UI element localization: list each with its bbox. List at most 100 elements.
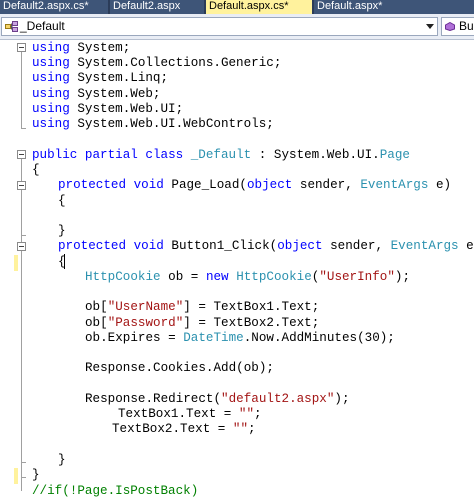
code-line-close-brace: } bbox=[32, 467, 40, 483]
code-text: } bbox=[32, 468, 40, 482]
keyword: using bbox=[32, 102, 70, 116]
code-text: ; bbox=[254, 407, 262, 421]
type-name: EventArgs bbox=[360, 178, 429, 192]
keyword: using bbox=[32, 87, 70, 101]
code-text: TextBox2.Text = bbox=[112, 422, 233, 436]
keyword: public bbox=[32, 148, 78, 162]
keyword: using bbox=[32, 56, 70, 70]
string-literal: "UserInfo" bbox=[319, 270, 395, 284]
code-text: } bbox=[58, 224, 66, 238]
code-line-button1-click: protected void Button1_Click(object send… bbox=[58, 238, 474, 254]
type-name: HttpCookie bbox=[236, 270, 312, 284]
code-text: } bbox=[58, 453, 66, 467]
changed-line-marker bbox=[14, 255, 18, 271]
code-line-5: using System.Web.UI; bbox=[32, 101, 183, 117]
code-text: Page_Load( bbox=[163, 178, 247, 192]
keyword: object bbox=[246, 178, 293, 192]
class-dropdown-value: _Default bbox=[20, 19, 65, 33]
code-text: .Now.AddMinutes(30); bbox=[243, 331, 395, 345]
code-text: TextBox1.Text = bbox=[118, 407, 239, 421]
string-literal: "default2.aspx" bbox=[221, 392, 335, 406]
changed-line-marker bbox=[14, 468, 18, 484]
keyword: using bbox=[32, 117, 70, 131]
code-text: sender, bbox=[292, 178, 361, 192]
collapse-button1-click-icon[interactable] bbox=[17, 242, 26, 251]
code-text: ] = TextBox2.Text; bbox=[183, 316, 320, 330]
keyword: void bbox=[133, 178, 164, 192]
code-line-class-declaration: public partial class _Default : System.W… bbox=[32, 147, 410, 163]
code-line-redirect: Response.Redirect("default2.aspx"); bbox=[85, 391, 350, 407]
code-text: { bbox=[58, 194, 66, 208]
code-line-1: using System; bbox=[32, 40, 130, 56]
code-text: ob.Expires = bbox=[85, 331, 184, 345]
member-dropdown[interactable]: Bu bbox=[441, 17, 474, 36]
code-text: ob[ bbox=[85, 316, 108, 330]
code-line-textbox1-clear: TextBox1.Text = ""; bbox=[118, 406, 262, 422]
collapse-class-icon[interactable] bbox=[17, 150, 26, 159]
type-name: EventArgs bbox=[390, 239, 459, 253]
text-caret bbox=[64, 254, 65, 269]
code-text: ob[ bbox=[85, 300, 108, 314]
string-literal: "UserName" bbox=[107, 300, 184, 314]
chevron-down-icon[interactable] bbox=[426, 24, 434, 29]
outline-guide-end bbox=[21, 477, 26, 478]
tab-default-aspx-cs-active[interactable]: Default.aspx.cs* bbox=[206, 0, 312, 14]
tab-default-aspx[interactable]: Default.aspx* bbox=[314, 0, 474, 14]
code-line-username: ob["UserName"] = TextBox1.Text; bbox=[85, 299, 319, 315]
tab-default2-aspx-cs[interactable]: Default2.aspx.cs* bbox=[0, 0, 108, 14]
code-line-6: using System.Web.UI.WebControls; bbox=[32, 116, 274, 132]
code-line-close-brace: } bbox=[58, 452, 66, 468]
code-text: : System.Web.UI. bbox=[251, 148, 380, 162]
code-text: e) bbox=[466, 239, 474, 253]
collapse-page-load-icon[interactable] bbox=[17, 181, 26, 190]
code-line-2: using System.Collections.Generic; bbox=[32, 55, 281, 71]
code-text: ; bbox=[248, 422, 256, 436]
code-text: ] = TextBox1.Text; bbox=[183, 300, 320, 314]
type-name: _Default bbox=[190, 148, 252, 162]
type-name: Page bbox=[379, 148, 410, 162]
type-name: HttpCookie bbox=[85, 270, 161, 284]
keyword: protected bbox=[58, 178, 127, 192]
code-text: System.Collections.Generic; bbox=[69, 56, 282, 70]
code-text: System; bbox=[69, 41, 131, 55]
outline-guide bbox=[21, 52, 22, 128]
type-name: DateTime bbox=[183, 331, 244, 345]
keyword: void bbox=[133, 239, 164, 253]
tab-default2-aspx[interactable]: Default2.aspx bbox=[110, 0, 204, 14]
code-text: ); bbox=[334, 392, 350, 406]
collapse-using-block-icon[interactable] bbox=[17, 43, 26, 52]
code-text: Response.Redirect( bbox=[85, 392, 222, 406]
code-line-close-brace: } bbox=[58, 223, 66, 239]
keyword: partial bbox=[84, 148, 138, 162]
member-dropdown-value: Bu bbox=[459, 19, 474, 33]
keyword: protected bbox=[58, 239, 127, 253]
code-line-cookie-new: HttpCookie ob = new HttpCookie("UserInfo… bbox=[85, 269, 410, 285]
string-literal: "" bbox=[232, 422, 249, 436]
document-tab-strip: Default2.aspx.cs* Default2.aspx Default.… bbox=[0, 0, 474, 14]
class-icon bbox=[5, 21, 18, 32]
code-text: System.Linq; bbox=[69, 71, 169, 85]
code-line-cookies-add: Response.Cookies.Add(ob); bbox=[85, 360, 274, 376]
keyword: using bbox=[32, 41, 70, 55]
code-line-open-brace: { bbox=[58, 193, 66, 209]
code-text: ); bbox=[394, 270, 411, 284]
keyword: object bbox=[277, 239, 323, 253]
code-line-4: using System.Web; bbox=[32, 86, 161, 102]
code-line-expires: ob.Expires = DateTime.Now.AddMinutes(30)… bbox=[85, 330, 395, 346]
outline-guide bbox=[21, 159, 22, 491]
navigation-bar: _Default Bu bbox=[0, 14, 474, 40]
code-text: System.Web.UI.WebControls; bbox=[69, 117, 274, 131]
code-line-comment: //if(!Page.IsPostBack) bbox=[32, 483, 198, 499]
code-text: System.Web; bbox=[69, 87, 161, 101]
code-line-open-brace: { bbox=[32, 162, 40, 178]
code-line-textbox2-clear: TextBox2.Text = ""; bbox=[112, 421, 256, 437]
string-literal: "" bbox=[238, 407, 255, 421]
code-editor[interactable]: using System; using System.Collections.G… bbox=[0, 40, 474, 498]
class-dropdown[interactable]: _Default bbox=[1, 17, 438, 36]
code-line-password: ob["Password"] = TextBox2.Text; bbox=[85, 315, 319, 331]
code-text: sender, bbox=[322, 239, 391, 253]
code-text: e) bbox=[428, 178, 452, 192]
code-text: System.Web.UI; bbox=[69, 102, 184, 116]
code-text: Button1_Click( bbox=[163, 239, 278, 253]
code-text: { bbox=[32, 163, 40, 177]
